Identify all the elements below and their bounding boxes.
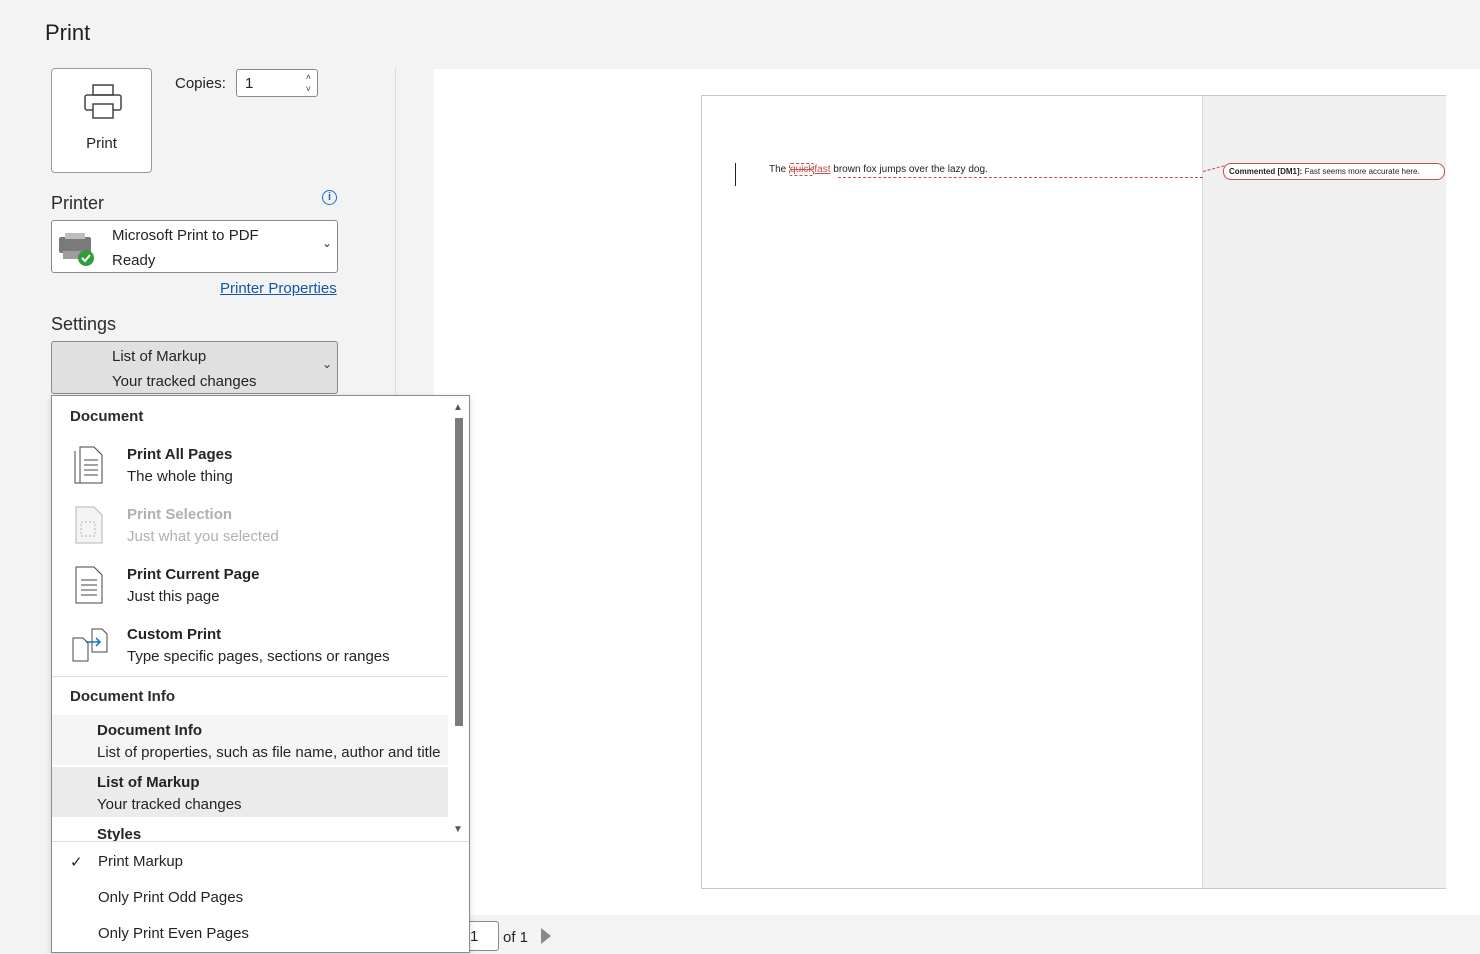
menu-item-subtitle: Type specific pages, sections or ranges xyxy=(127,648,390,665)
markup-margin-pane xyxy=(1202,96,1446,888)
printer-ready-icon xyxy=(59,233,94,266)
copies-input[interactable]: 1 ˄ ˅ xyxy=(236,69,318,97)
deleted-text: quick xyxy=(789,163,815,176)
chevron-down-icon: ⌄ xyxy=(321,236,332,250)
menu-item-styles[interactable]: Styles xyxy=(52,819,448,841)
document-text: The quickfast brown fox jumps over the l… xyxy=(769,163,988,176)
menu-item-title: Custom Print xyxy=(127,626,222,643)
inserted-text: fast xyxy=(814,164,831,175)
divider xyxy=(52,676,448,677)
all-pages-icon xyxy=(74,446,103,484)
print-button-label: Print xyxy=(86,135,117,152)
settings-selected-title: List of Markup xyxy=(112,348,207,365)
menu-item-title: Document Info xyxy=(97,722,202,739)
menu-item-print-selection[interactable]: Print Selection Just what you selected xyxy=(52,498,448,554)
menu-item-document-info[interactable]: Document Info List of properties, such a… xyxy=(52,715,448,765)
scroll-up-icon[interactable]: ▲ xyxy=(453,402,463,413)
print-button[interactable]: Print xyxy=(51,68,152,173)
option-only-print-even-pages[interactable]: Only Print Even Pages xyxy=(98,925,249,942)
comment-connector xyxy=(838,177,1203,178)
menu-item-print-current-page[interactable]: Print Current Page Just this page xyxy=(52,558,448,614)
menu-item-title: List of Markup xyxy=(97,774,200,791)
menu-item-subtitle: Your tracked changes xyxy=(97,796,242,813)
scrollbar-thumb[interactable] xyxy=(455,418,463,726)
comment-text: Fast seems more accurate here. xyxy=(1302,167,1420,176)
selection-icon xyxy=(75,506,103,544)
chevron-down-icon[interactable]: ˅ xyxy=(306,84,311,94)
dropdown-heading-document: Document xyxy=(70,408,144,425)
page-title: Print xyxy=(45,20,91,45)
menu-item-subtitle: Just this page xyxy=(127,588,220,605)
page-count-label: of 1 xyxy=(503,929,529,946)
settings-dropdown-menu: Document Print All Pages The whole thing… xyxy=(51,395,470,953)
menu-item-subtitle: Just what you selected xyxy=(127,528,279,545)
printer-select[interactable]: Microsoft Print to PDF Ready ⌄ xyxy=(51,220,338,273)
custom-print-icon xyxy=(72,628,108,662)
menu-item-list-of-markup[interactable]: List of Markup Your tracked changes xyxy=(52,767,448,817)
page-number-input[interactable]: 1 xyxy=(466,921,499,951)
printer-heading: Printer xyxy=(51,193,105,213)
dropdown-heading-document-info: Document Info xyxy=(70,688,175,705)
text-before: The xyxy=(769,164,790,175)
chevron-down-icon: ⌄ xyxy=(321,357,332,371)
menu-item-subtitle: List of properties, such as file name, a… xyxy=(97,744,441,761)
menu-item-title: Print All Pages xyxy=(127,446,233,463)
menu-item-title: Print Current Page xyxy=(127,566,260,583)
option-print-markup[interactable]: Print Markup xyxy=(98,853,183,870)
printer-icon xyxy=(84,84,122,119)
divider xyxy=(395,68,396,398)
printer-status: Ready xyxy=(112,252,156,269)
copies-label: Copies: xyxy=(175,75,226,92)
comment-label: Commented [DM1]: xyxy=(1229,167,1303,176)
text-after: brown fox jumps over the lazy dog. xyxy=(830,164,988,175)
settings-select[interactable]: List of Markup Your tracked changes ⌄ xyxy=(51,341,338,394)
settings-selected-sub: Your tracked changes xyxy=(112,373,257,390)
settings-heading: Settings xyxy=(51,314,117,334)
option-only-print-odd-pages[interactable]: Only Print Odd Pages xyxy=(98,889,243,906)
checkmark-icon: ✓ xyxy=(70,854,83,871)
menu-item-title: Styles xyxy=(97,826,142,841)
info-icon[interactable]: i xyxy=(322,190,337,205)
divider xyxy=(52,841,469,842)
printer-name: Microsoft Print to PDF xyxy=(112,227,259,244)
menu-item-custom-print[interactable]: Custom Print Type specific pages, sectio… xyxy=(52,618,448,674)
menu-item-title: Print Selection xyxy=(127,506,233,523)
printer-properties-link[interactable]: Printer Properties xyxy=(220,280,337,297)
copies-value: 1 xyxy=(245,75,254,92)
text-cursor xyxy=(735,163,736,186)
menu-item-print-all-pages[interactable]: Print All Pages The whole thing xyxy=(52,438,448,494)
next-page-icon[interactable] xyxy=(541,928,551,944)
menu-item-subtitle: The whole thing xyxy=(127,468,233,485)
scroll-down-icon[interactable]: ▼ xyxy=(453,824,463,835)
comment-balloon: Commented [DM1]: Fast seems more accurat… xyxy=(1223,163,1445,180)
chevron-up-icon[interactable]: ˄ xyxy=(306,72,311,82)
current-page-icon xyxy=(75,566,103,604)
